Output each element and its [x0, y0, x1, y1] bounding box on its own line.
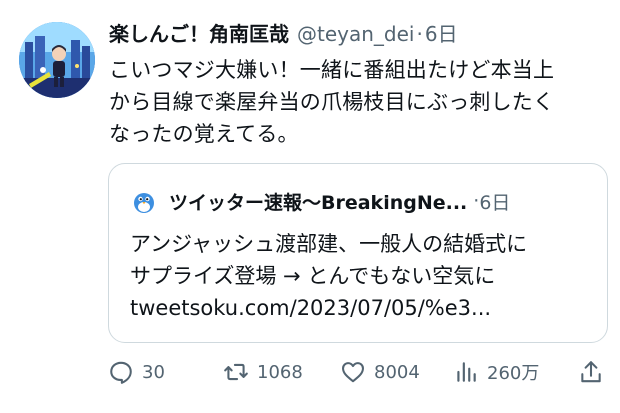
- views-count: 260万: [487, 363, 540, 384]
- quote-author-name[interactable]: ツイッター速報〜BreakingNe...: [169, 188, 467, 215]
- tweet-text: こいつマジ大嫌い！一緒に番組出たけど本当上 から目線で楽屋弁当の爪楊枝目にぶっ刺…: [109, 58, 555, 146]
- quote-tweet-card[interactable]: ツイッター速報〜BreakingNe... · 6日 アンジャッシュ渡部建、一般…: [108, 163, 608, 343]
- tweet[interactable]: 楽しんご！角南匡哉 @teyan_dei · 6日 こいつマジ大嫌い！一緒に番組…: [0, 0, 620, 413]
- quote-avatar[interactable]: [129, 186, 159, 216]
- avatar[interactable]: [19, 22, 95, 98]
- reply-count: 30: [142, 361, 165, 383]
- header-separator: ·: [416, 22, 423, 46]
- share-button[interactable]: [578, 356, 604, 388]
- display-name[interactable]: 楽しんご！角南匡哉: [109, 18, 289, 47]
- quote-text: アンジャッシュ渡部建、一般人の結婚式に サプライズ登場 → とんでもない空気に …: [130, 232, 528, 320]
- share-icon: [581, 361, 601, 383]
- heart-icon: [342, 362, 364, 383]
- like-button[interactable]: 8004: [340, 356, 420, 388]
- views-button[interactable]: 260万: [453, 356, 539, 388]
- like-count: 8004: [374, 361, 420, 383]
- retweet-button[interactable]: 1068: [223, 356, 303, 388]
- tweet-content: 楽しんご！角南匡哉 @teyan_dei · 6日 こいつマジ大嫌い！一緒に番組…: [109, 18, 609, 150]
- bird-icon: [129, 186, 159, 216]
- retweet-count: 1068: [257, 361, 303, 383]
- retweet-icon: [224, 363, 248, 381]
- tweet-header: 楽しんご！角南匡哉 @teyan_dei · 6日: [109, 18, 609, 52]
- quote-time[interactable]: 6日: [479, 188, 510, 215]
- quote-header: ツイッター速報〜BreakingNe... · 6日: [129, 186, 510, 216]
- action-bar: 30 1068 8004 260万: [108, 356, 608, 388]
- reply-button[interactable]: 30: [108, 356, 165, 388]
- avatar-illustration-icon: [19, 22, 95, 98]
- tweet-time[interactable]: 6日: [425, 18, 458, 47]
- analytics-icon: [457, 362, 476, 382]
- user-handle[interactable]: @teyan_dei: [297, 22, 414, 46]
- reply-icon: [110, 361, 132, 384]
